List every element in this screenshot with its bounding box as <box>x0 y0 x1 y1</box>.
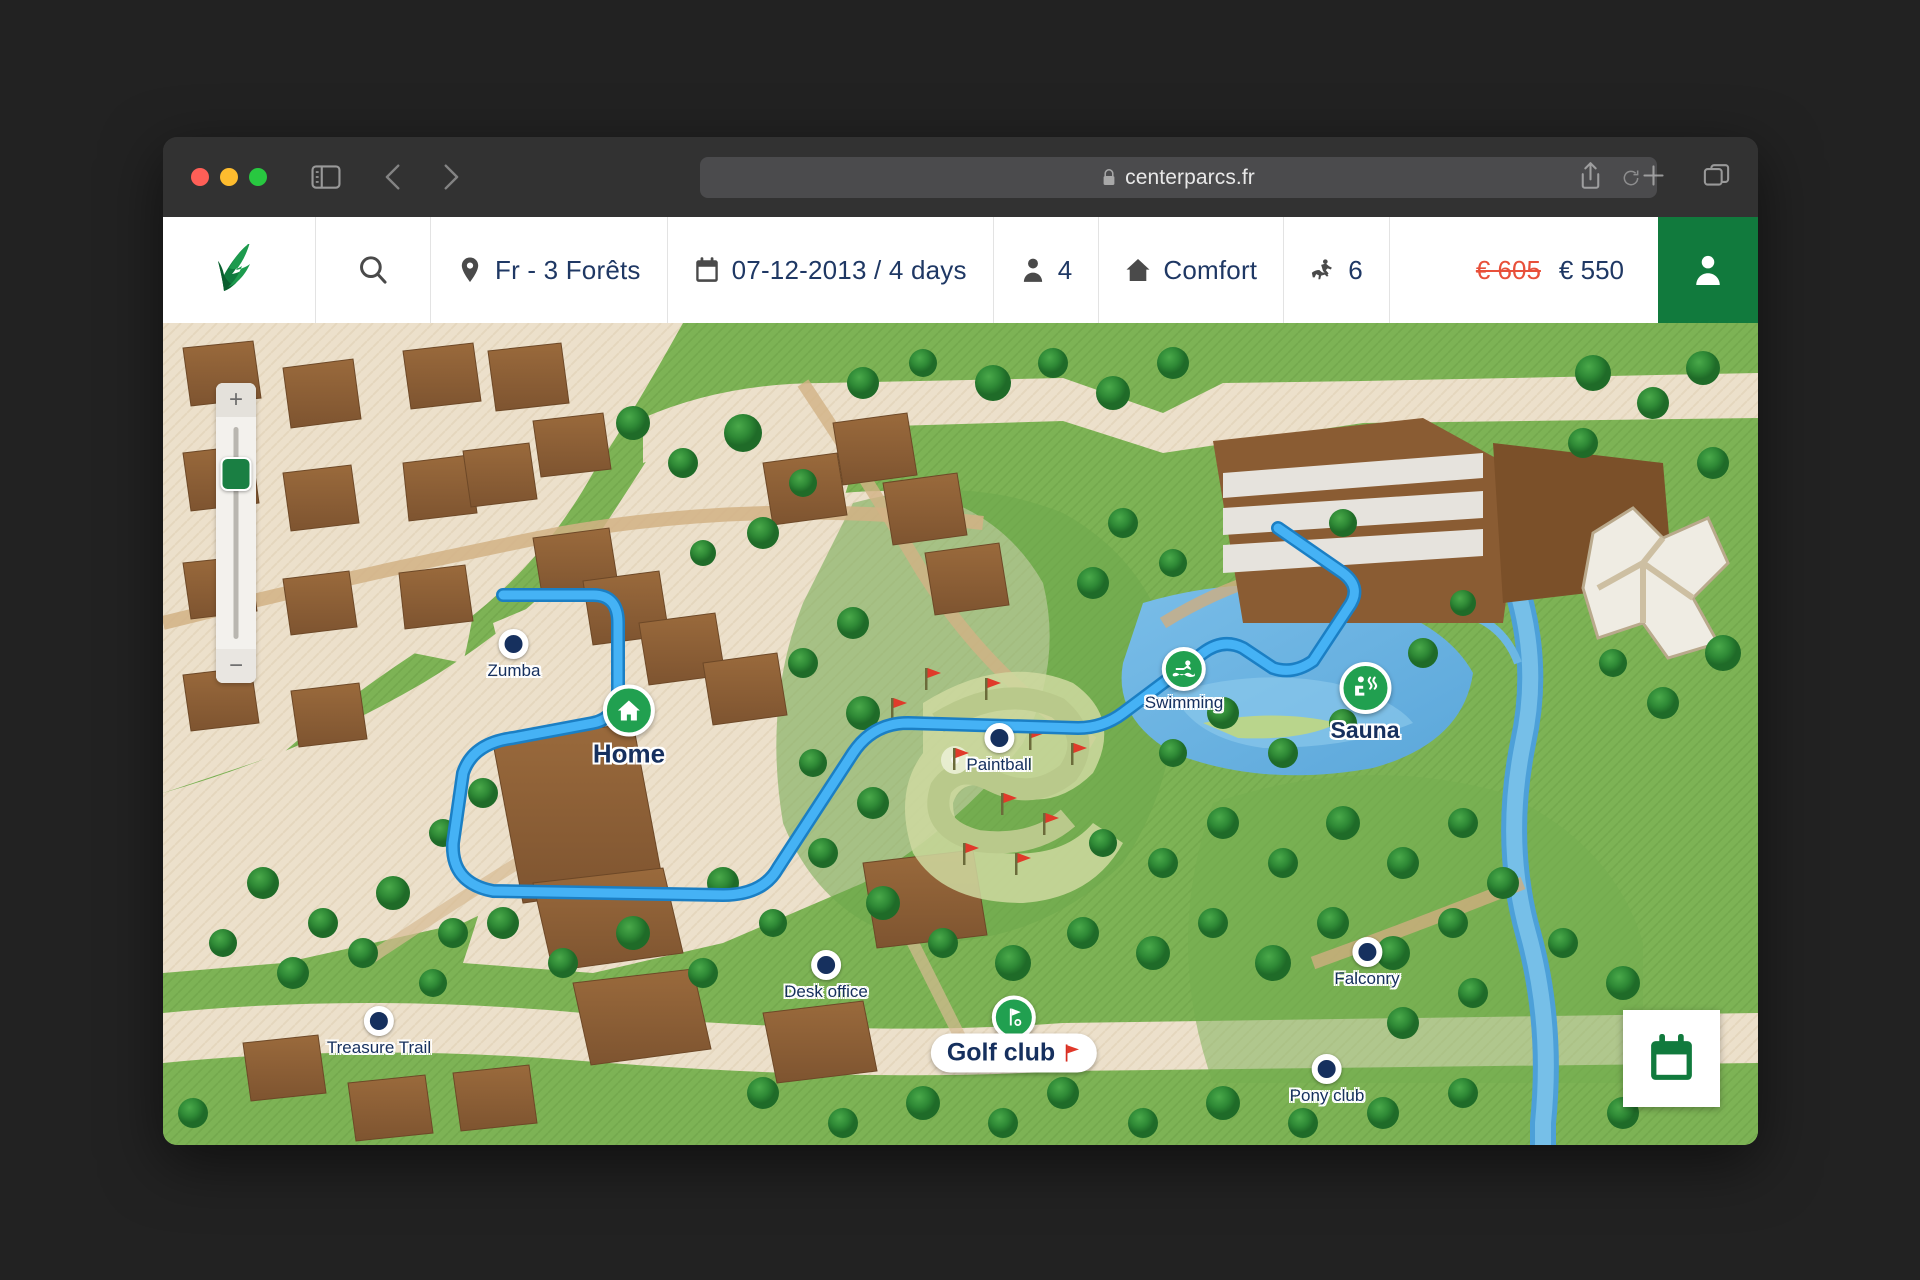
marker-label: Home <box>592 738 666 769</box>
zoom-slider-handle[interactable] <box>220 457 252 491</box>
marker-dot-icon <box>984 723 1014 753</box>
zoom-out-button[interactable]: − <box>216 649 256 683</box>
maximize-window-button[interactable] <box>249 168 267 186</box>
minimize-window-button[interactable] <box>220 168 238 186</box>
browser-window: centerparcs.fr Fr - 3 Forêts 07-12-2013 … <box>163 137 1758 1145</box>
account-button[interactable] <box>1658 217 1758 323</box>
zoom-in-button[interactable]: + <box>216 383 256 417</box>
marker-label: Sauna <box>1330 717 1400 743</box>
house-icon <box>603 684 655 737</box>
calendar-icon <box>695 257 718 282</box>
map-marker-paintball[interactable]: Paintball <box>966 723 1032 775</box>
map-marker-treasure-trail[interactable]: Treasure Trail <box>327 1006 431 1058</box>
map-pin-icon <box>461 257 479 282</box>
lock-icon <box>1103 169 1115 185</box>
browser-titlebar: centerparcs.fr <box>163 137 1758 217</box>
map-marker-desk-office[interactable]: Desk office <box>784 950 868 1002</box>
marker-label: Golf club <box>946 1038 1056 1067</box>
close-window-button[interactable] <box>191 168 209 186</box>
accommodation-filter[interactable]: Comfort <box>1099 217 1285 323</box>
map-marker-falconry[interactable]: Falconry <box>1334 937 1400 989</box>
marker-label: Paintball <box>966 755 1032 774</box>
dates-filter[interactable]: 07-12-2013 / 4 days <box>668 217 994 323</box>
brand-logo-cell[interactable] <box>163 217 316 323</box>
map-zoom-slider[interactable]: + − <box>216 383 256 683</box>
location-label: Fr - 3 Forêts <box>495 254 641 285</box>
horse-rider-icon <box>1312 259 1333 280</box>
browser-toolbar-right <box>1575 160 1732 191</box>
booking-header-bar: Fr - 3 Forêts 07-12-2013 / 4 days 4 Comf… <box>163 217 1758 323</box>
map-marker-zumba[interactable]: Zumba <box>487 629 541 681</box>
marker-dot-icon <box>1352 937 1382 967</box>
sauna-icon <box>1339 662 1391 714</box>
marker-dot-icon <box>811 950 841 980</box>
map-marker-sauna[interactable]: Sauna <box>1330 662 1400 744</box>
marker-dot-icon <box>498 629 529 659</box>
marker-dot-icon <box>363 1006 394 1036</box>
window-traffic-lights <box>191 168 267 186</box>
activities-label: 6 <box>1348 254 1363 285</box>
swimming-icon <box>1162 647 1206 691</box>
centerparcs-bird-logo <box>218 244 250 291</box>
accommodation-label: Comfort <box>1163 254 1258 285</box>
location-filter[interactable]: Fr - 3 Forêts <box>431 217 668 323</box>
map-marker-swimming[interactable]: Swimming <box>1145 647 1223 713</box>
tab-overview-icon[interactable] <box>1701 160 1732 191</box>
calendar-button[interactable] <box>1623 1010 1720 1107</box>
calendar-icon <box>1651 1034 1692 1080</box>
marker-label: Desk office <box>784 982 868 1001</box>
marker-label: Zumba <box>487 661 541 680</box>
marker-label: Swimming <box>1144 693 1224 712</box>
map-marker-golf-club[interactable]: Golf club <box>930 995 1098 1073</box>
price-summary: € 605 € 550 <box>1390 217 1658 323</box>
marker-dot-icon <box>1311 1054 1342 1084</box>
marker-label: Pony club <box>1289 1086 1365 1105</box>
account-person-icon <box>1696 255 1720 286</box>
red-flag-icon <box>1064 1044 1083 1063</box>
address-bar[interactable]: centerparcs.fr <box>700 157 1657 198</box>
back-chevron-icon[interactable] <box>377 160 411 194</box>
sidebar-toggle-icon[interactable] <box>309 160 343 194</box>
marker-label: Treasure Trail <box>326 1038 432 1057</box>
dates-label: 07-12-2013 / 4 days <box>731 254 967 285</box>
marker-label: Falconry <box>1334 969 1400 988</box>
marker-pill-label[interactable]: Golf club <box>930 1033 1098 1073</box>
guests-label: 4 <box>1057 254 1073 285</box>
price-original: € 605 <box>1475 254 1541 285</box>
search-button[interactable] <box>316 217 431 323</box>
forward-chevron-icon[interactable] <box>433 160 467 194</box>
map-marker-pony-club[interactable]: Pony club <box>1289 1054 1365 1106</box>
price-discounted: € 550 <box>1558 254 1624 285</box>
guests-filter[interactable]: 4 <box>994 217 1100 323</box>
url-text: centerparcs.fr <box>1125 165 1255 189</box>
new-tab-plus-icon[interactable] <box>1638 160 1669 191</box>
map-marker-home[interactable]: Home <box>592 684 666 770</box>
share-icon[interactable] <box>1575 160 1606 191</box>
activities-filter[interactable]: 6 <box>1284 217 1390 323</box>
person-icon <box>1023 258 1042 282</box>
resort-map[interactable]: + − Zumba Home Paintball Swimming Sauna Desk … <box>163 323 1758 1145</box>
house-icon <box>1126 259 1150 281</box>
search-icon <box>360 256 387 284</box>
